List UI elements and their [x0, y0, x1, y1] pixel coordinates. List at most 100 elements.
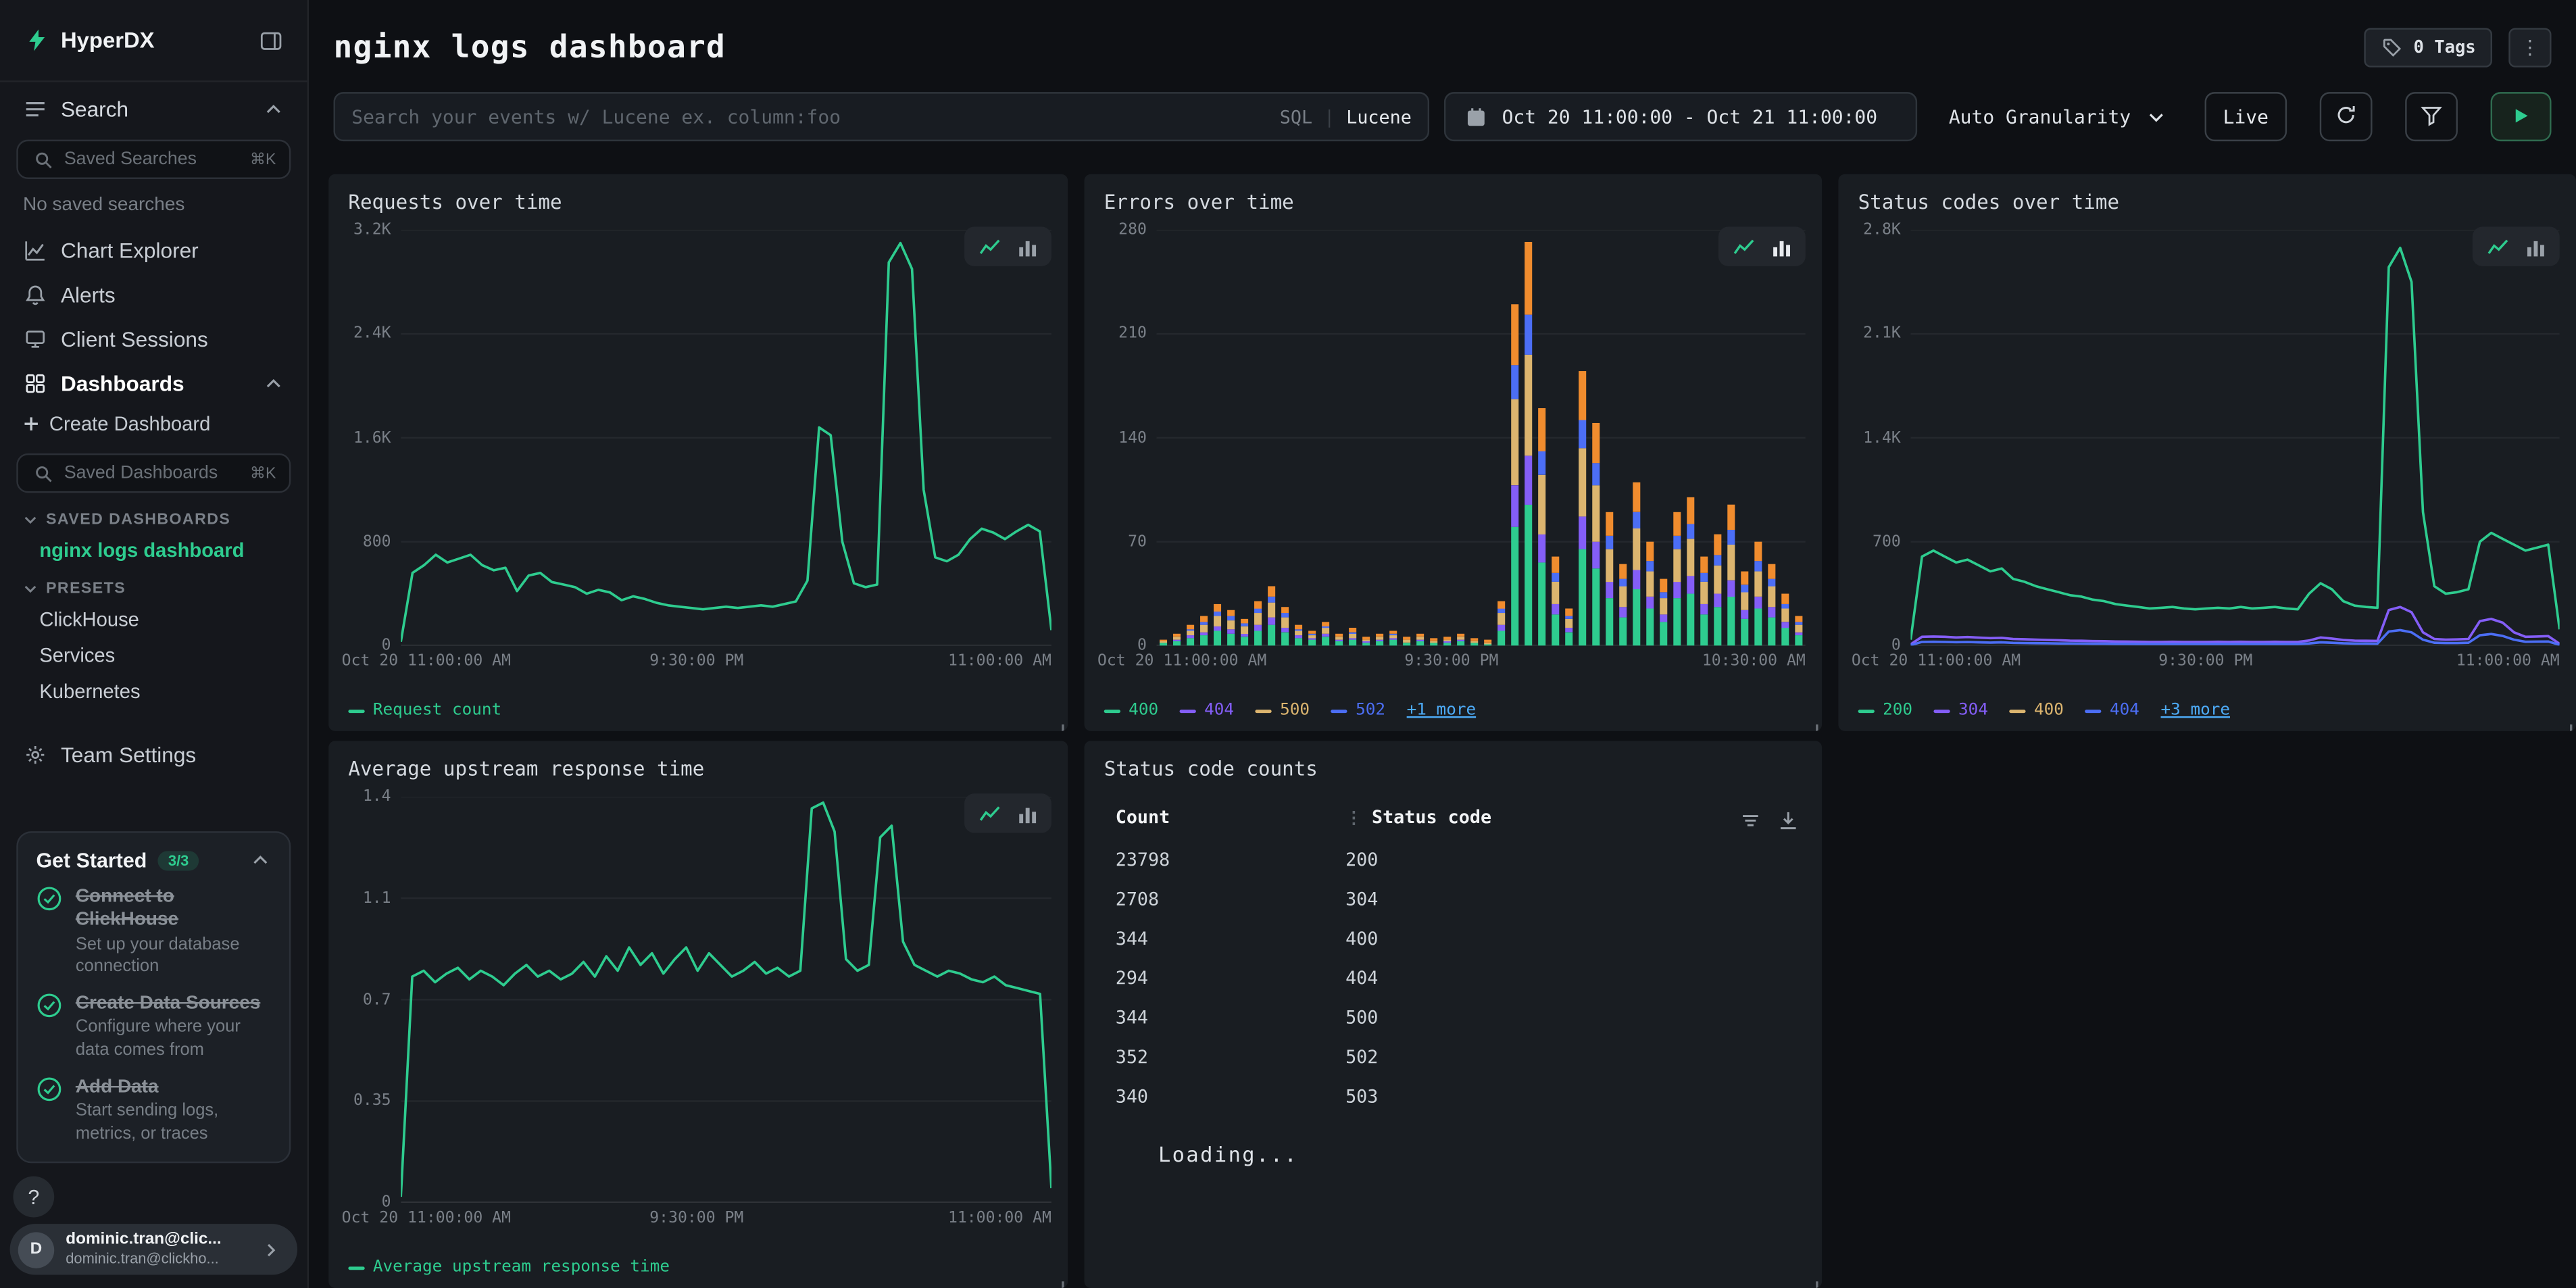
download-icon[interactable]: [1777, 810, 1799, 832]
chart-type-toggle[interactable]: [2473, 226, 2560, 266]
live-button[interactable]: Live: [2205, 92, 2287, 141]
sidebar-preset-kubernetes[interactable]: Kubernetes: [0, 674, 307, 710]
sidebar-dashboard-link-nginx[interactable]: nginx logs dashboard: [0, 532, 307, 568]
sidebar-item-label: Team Settings: [61, 743, 196, 767]
sidebar-item-team-settings[interactable]: Team Settings: [0, 733, 307, 777]
y-tick-label: 210: [1118, 325, 1147, 343]
sql-toggle[interactable]: SQL: [1280, 106, 1312, 128]
bar-chart-icon[interactable]: [1015, 235, 1038, 258]
table-cell: 304: [1339, 879, 1799, 918]
chart-explorer-icon: [23, 239, 46, 262]
chart-type-toggle[interactable]: [964, 793, 1051, 833]
table-cell: 404: [1339, 958, 1799, 997]
filter-columns-icon[interactable]: [1740, 810, 1762, 832]
legend-item: 400: [2010, 701, 2064, 720]
y-axis: 3.2K2.4K1.6K8000: [342, 230, 401, 645]
event-search-input[interactable]: [351, 105, 1266, 128]
sidebar-preset-clickhouse[interactable]: ClickHouse: [0, 601, 307, 637]
granularity-select[interactable]: Auto Granularity: [1933, 92, 2183, 141]
user-menu[interactable]: D dominic.tran@clic... dominic.tran@clic…: [10, 1224, 297, 1275]
table-row[interactable]: 294404: [1109, 958, 1799, 997]
filter-button[interactable]: [2405, 92, 2458, 141]
bar-chart-icon[interactable]: [2523, 235, 2546, 258]
saved-dashboards-field[interactable]: [64, 464, 241, 483]
user-name: dominic.tran@clic...: [66, 1231, 248, 1250]
sidebar-preset-services[interactable]: Services: [0, 637, 307, 673]
column-header-count[interactable]: Count: [1109, 797, 1339, 839]
brand[interactable]: HyperDX: [23, 27, 155, 53]
y-tick-label: 2.8K: [1863, 221, 1901, 239]
chart-type-toggle[interactable]: [1718, 226, 1806, 266]
search-icon: [31, 148, 54, 171]
lucene-toggle[interactable]: Lucene: [1346, 106, 1412, 128]
chart-canvas[interactable]: [401, 797, 1051, 1202]
event-search-box[interactable]: SQL | Lucene: [334, 92, 1430, 141]
saved-dashboards-input[interactable]: ⌘K: [16, 453, 291, 493]
chart-canvas[interactable]: [1157, 230, 1806, 645]
table-row[interactable]: 340503: [1109, 1076, 1799, 1115]
sidebar-item-dashboards[interactable]: Dashboards: [0, 362, 307, 406]
sidebar-item-client-sessions[interactable]: Client Sessions: [0, 317, 307, 362]
step-subtitle: Configure where your data comes from: [76, 1018, 271, 1062]
table-row[interactable]: 23798200: [1109, 839, 1799, 878]
date-range-picker[interactable]: Oct 20 11:00:00 - Oct 21 11:00:00: [1444, 92, 1917, 141]
get-started-step-sources[interactable]: Create Data Sources Configure where your…: [36, 992, 271, 1062]
dashboards-icon: [23, 372, 46, 395]
bar-chart-icon[interactable]: [1769, 235, 1792, 258]
column-header-status-code[interactable]: ⋮Status code: [1339, 797, 1799, 839]
sidebar-section-search[interactable]: Search: [0, 82, 307, 128]
saved-searches-input[interactable]: ⌘K: [16, 140, 291, 179]
granularity-value: Auto Granularity: [1949, 105, 2131, 128]
saved-searches-field[interactable]: [64, 149, 241, 169]
line-chart-icon[interactable]: [978, 235, 1001, 258]
search-section-icon: [23, 98, 46, 121]
resize-handle[interactable]: [1051, 715, 1064, 728]
create-dashboard-button[interactable]: Create Dashboard: [0, 405, 307, 441]
y-tick-label: 2.4K: [353, 325, 391, 343]
table-row[interactable]: 344500: [1109, 997, 1799, 1037]
app-root: HyperDX Search ⌘K No saved searches: [0, 0, 2576, 1288]
resize-handle[interactable]: [1806, 1272, 1818, 1285]
chart-type-toggle[interactable]: [964, 226, 1051, 266]
bar-chart-icon[interactable]: [1015, 801, 1038, 824]
get-started-step-connect[interactable]: Connect to ClickHouse Set up your databa…: [36, 885, 271, 979]
chart-canvas[interactable]: [401, 230, 1051, 645]
table-row[interactable]: 352502: [1109, 1037, 1799, 1076]
get-started-step-add-data[interactable]: Add Data Start sending logs, metrics, or…: [36, 1075, 271, 1145]
x-tick-label: 9:30:00 PM: [2158, 652, 2252, 670]
chart-plot: 3.2K2.4K1.6K8000Oct 20 11:00:00 AM9:30:0…: [342, 230, 1051, 672]
get-started-header[interactable]: Get Started 3/3: [36, 849, 271, 872]
query-language-toggle: SQL | Lucene: [1280, 106, 1412, 128]
help-button[interactable]: ?: [13, 1176, 54, 1218]
refresh-button[interactable]: [2320, 92, 2373, 141]
table-row[interactable]: 2708304: [1109, 879, 1799, 918]
legend-more-link[interactable]: +1 more: [1407, 701, 1476, 720]
resize-handle[interactable]: [1051, 1272, 1064, 1285]
sidebar-item-chart-explorer[interactable]: Chart Explorer: [0, 228, 307, 273]
resize-handle[interactable]: [2560, 715, 2573, 728]
chevron-up-icon: [262, 372, 284, 395]
line-chart-icon[interactable]: [1731, 235, 1754, 258]
run-query-button[interactable]: [2491, 92, 2552, 141]
y-tick-label: 1.1: [363, 889, 391, 908]
legend-more-link[interactable]: +3 more: [2161, 701, 2230, 720]
sidebar-collapse-icon[interactable]: [258, 27, 284, 53]
refresh-icon: [2335, 103, 2358, 130]
legend-swatch: [348, 1266, 364, 1269]
sidebar-item-alerts[interactable]: Alerts: [0, 273, 307, 318]
group-presets[interactable]: PRESETS: [0, 568, 307, 601]
x-tick-label: 11:00:00 AM: [948, 652, 1051, 670]
drag-handle-icon[interactable]: ⋮: [1345, 810, 1362, 828]
group-saved-dashboards[interactable]: SAVED DASHBOARDS: [0, 499, 307, 532]
get-started-title: Get Started: [36, 849, 147, 872]
sidebar-item-label: Chart Explorer: [61, 239, 199, 263]
tags-button[interactable]: 0 Tags: [2364, 28, 2492, 67]
search-section-label: Search: [61, 97, 128, 121]
table-row[interactable]: 344400: [1109, 918, 1799, 958]
line-chart-icon[interactable]: [978, 801, 1001, 824]
chart-canvas[interactable]: [1910, 230, 2559, 645]
chart-legend: Average upstream response time: [348, 1258, 670, 1277]
resize-handle[interactable]: [1806, 715, 1818, 728]
line-chart-icon[interactable]: [2485, 235, 2508, 258]
dashboard-more-button[interactable]: ⋮: [2508, 28, 2551, 67]
